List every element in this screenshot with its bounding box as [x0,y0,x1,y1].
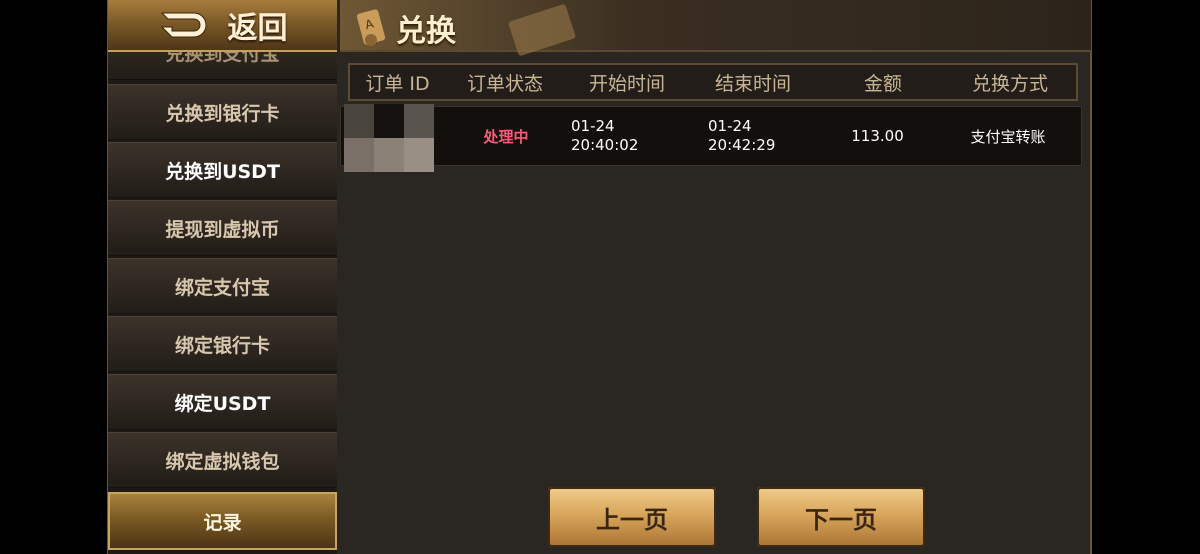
sidebar-item-label: 绑定支付宝 [174,276,270,299]
sidebar-item-label: 绑定虚拟钱包 [165,450,280,473]
end-time: 20:42:29 [708,136,776,154]
column-header-end-time: 结束时间 [714,72,791,95]
start-time-cell: 01-24 20:40:02 [571,117,708,155]
column-header-method: 兑换方式 [971,72,1048,95]
sidebar-item-records[interactable]: 记录 [108,492,337,550]
card-icon: A [356,9,386,46]
sidebar-item-label: 兑换到USDT [165,160,280,183]
sidebar-item-label: 绑定USDT [174,392,271,415]
end-time-cell: 01-24 20:42:29 [708,117,820,155]
column-header-status: 订单状态 [466,72,543,95]
status-cell: 处理中 [483,127,529,146]
sidebar: 兑换到支付宝 兑换到银行卡 兑换到USDT 提现到虚拟币 绑定支付宝 绑定银行卡… [108,52,337,554]
sidebar-item-label: 兑换到银行卡 [165,102,280,125]
start-date: 01-24 [571,117,615,135]
sidebar-item-exchange-usdt[interactable]: 兑换到USDT [108,142,337,198]
sidebar-item-withdraw-crypto[interactable]: 提现到虚拟币 [108,200,337,256]
column-header-order-id: 订单 ID [365,72,430,95]
sidebar-item-bind-bank[interactable]: 绑定银行卡 [108,316,337,372]
sidebar-item-bind-alipay[interactable]: 绑定支付宝 [108,258,337,314]
table-row[interactable]: 处理中 01-24 20:40:02 01-24 20:42:29 113.00… [340,106,1082,166]
column-header-start-time: 开始时间 [588,72,665,95]
table-header: 订单 ID 订单状态 开始时间 结束时间 金额 兑换方式 [348,63,1078,101]
redacted-order-id [344,104,434,172]
amount-cell: 113.00 [851,127,904,145]
page-title: 兑换 [396,14,456,49]
column-header-amount: 金额 [863,72,902,95]
prev-page-button[interactable]: 上一页 [548,487,716,547]
next-page-button[interactable]: 下一页 [757,487,925,547]
sidebar-item-exchange-alipay[interactable]: 兑换到支付宝 [108,52,337,80]
sidebar-item-label: 兑换到支付宝 [165,52,280,65]
back-arrow-icon [160,12,206,38]
method-cell: 支付宝转账 [970,127,1046,146]
start-time: 20:40:02 [571,136,639,154]
back-label: 返回 [227,11,288,46]
end-date: 01-24 [708,117,752,135]
sidebar-item-bind-wallet[interactable]: 绑定虚拟钱包 [108,432,337,488]
sidebar-item-label: 提现到虚拟币 [165,218,280,241]
sidebar-item-label: 绑定银行卡 [174,334,270,357]
back-button[interactable]: 返回 [108,0,337,52]
sidebar-item-exchange-bank[interactable]: 兑换到银行卡 [108,84,337,140]
sidebar-item-label: 记录 [203,511,242,534]
sidebar-item-bind-usdt[interactable]: 绑定USDT [108,374,337,430]
